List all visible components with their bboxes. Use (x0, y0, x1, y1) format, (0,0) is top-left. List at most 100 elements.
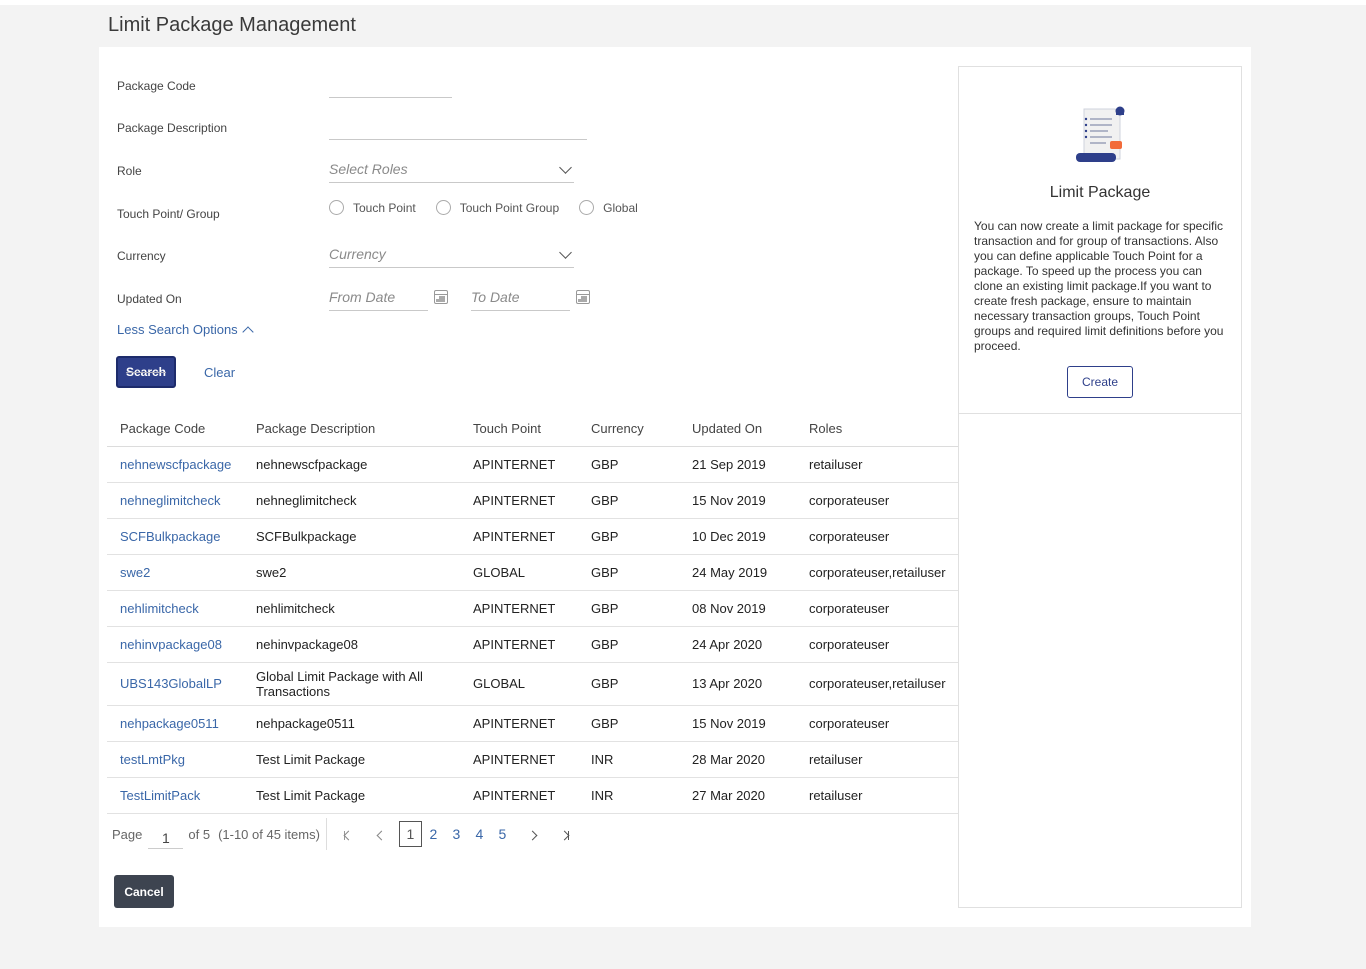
table-header-row: Package Code Package Description Touch P… (107, 411, 958, 447)
currency-placeholder: Currency (329, 246, 386, 262)
role-placeholder: Select Roles (329, 161, 408, 177)
previous-page-icon[interactable] (371, 827, 393, 842)
package-description-cell: swe2 (243, 554, 460, 591)
currency-cell: GBP (578, 662, 679, 706)
currency-cell: GBP (578, 446, 679, 483)
radio-touch-point[interactable]: Touch Point (329, 200, 416, 215)
results-table: Package Code Package Description Touch P… (107, 411, 958, 814)
package-description-cell: nehinvpackage08 (243, 626, 460, 663)
currency-cell: GBP (578, 590, 679, 627)
chevron-up-icon (242, 325, 254, 338)
page-1-button[interactable]: 1 (398, 821, 422, 847)
less-search-options-label: Less Search Options (117, 322, 238, 337)
search-button[interactable]: Search (116, 356, 176, 388)
package-description-input[interactable] (329, 116, 587, 140)
page-3-button[interactable]: 3 (445, 826, 468, 842)
column-header[interactable]: Currency (578, 411, 679, 447)
package-code-link[interactable]: TestLimitPack (107, 777, 243, 814)
page-label: Page (112, 826, 143, 842)
package-code-link[interactable]: nehinvpackage08 (107, 626, 243, 663)
touch-point-cell: APINTERNET (460, 518, 578, 555)
radio-circle-icon[interactable] (435, 200, 451, 215)
role-select[interactable]: Select Roles (329, 157, 574, 183)
updated-on-cell: 15 Nov 2019 (679, 705, 796, 742)
updated-on-cell: 24 Apr 2020 (679, 626, 796, 663)
roles-cell: corporateuser (796, 626, 958, 663)
radio-circle-icon[interactable] (329, 200, 344, 215)
radio-circle-icon[interactable] (579, 200, 595, 215)
package-description-cell: nehneglimitcheck (243, 482, 460, 519)
updated-on-cell: 27 Mar 2020 (679, 777, 796, 814)
package-code-link[interactable]: nehpackage0511 (107, 705, 243, 742)
next-page-icon[interactable] (522, 827, 544, 842)
clear-button[interactable]: Clear (204, 365, 235, 380)
info-card-title: Limit Package (1049, 184, 1151, 201)
updated-on-cell: 15 Nov 2019 (679, 482, 796, 519)
roles-cell: corporateuser,retailuser (796, 662, 958, 706)
package-code-link[interactable]: nehlimitcheck (107, 590, 243, 627)
page-2-button[interactable]: 2 (422, 826, 445, 842)
create-button[interactable]: Create (1067, 366, 1133, 398)
column-header[interactable]: Updated On (679, 411, 796, 447)
table-row: nehinvpackage08 nehinvpackage08 APINTERN… (107, 626, 958, 663)
currency-cell: INR (578, 777, 679, 814)
package-description-label: Package Description (117, 121, 228, 135)
updated-on-cell: 24 May 2019 (679, 554, 796, 591)
last-page-icon[interactable] (554, 827, 576, 842)
role-label: Role (117, 164, 142, 178)
page-5-button[interactable]: 5 (491, 826, 514, 842)
page-count-label: of 5 (188, 826, 211, 842)
package-code-input[interactable] (329, 74, 452, 98)
touch-point-cell: APINTERNET (460, 777, 578, 814)
from-date-input[interactable]: From Date (329, 285, 448, 311)
table-row: nehpackage0511 nehpackage0511 APINTERNET… (107, 705, 958, 742)
updated-on-cell: 28 Mar 2020 (679, 741, 796, 778)
currency-select[interactable]: Currency (329, 242, 574, 268)
chevron-down-icon (559, 246, 572, 259)
package-code-link[interactable]: swe2 (107, 554, 243, 591)
column-header[interactable]: Package Description (243, 411, 460, 447)
pager-divider (325, 818, 327, 850)
touch-point-cell: APINTERNET (460, 741, 578, 778)
column-header[interactable]: Package Code (107, 411, 243, 447)
package-description-cell: SCFBulkpackage (243, 518, 460, 555)
table-row: nehneglimitcheck nehneglimitcheck APINTE… (107, 482, 958, 519)
package-code-link[interactable]: nehnewscfpackage (107, 446, 243, 483)
roles-cell: corporateuser,retailuser (796, 554, 958, 591)
calendar-icon[interactable] (434, 290, 448, 304)
touch-point-cell: APINTERNET (460, 705, 578, 742)
to-date-input[interactable]: To Date (471, 285, 590, 311)
roles-cell: corporateuser (796, 590, 958, 627)
column-header[interactable]: Touch Point (460, 411, 578, 447)
touch-point-radio-group: Touch Point Touch Point Group Global (329, 200, 658, 215)
page-number-input[interactable]: 1 (148, 819, 184, 849)
package-description-cell: Test Limit Package (243, 741, 460, 778)
updated-on-label: Updated On (117, 292, 182, 306)
touch-point-cell: APINTERNET (460, 482, 578, 519)
currency-cell: GBP (578, 482, 679, 519)
package-code-link[interactable]: testLmtPkg (107, 741, 243, 778)
package-code-link[interactable]: UBS143GlobalLP (107, 662, 243, 706)
touch-point-cell: GLOBAL (460, 554, 578, 591)
column-header[interactable]: Roles (796, 411, 958, 447)
radio-global[interactable]: Global (579, 200, 638, 215)
calendar-icon[interactable] (576, 290, 590, 304)
currency-cell: GBP (578, 518, 679, 555)
touch-point-cell: GLOBAL (460, 662, 578, 706)
package-description-cell: Global Limit Package with All Transactio… (243, 662, 460, 706)
top-strip (0, 0, 1366, 5)
radio-touch-point-group[interactable]: Touch Point Group (435, 200, 559, 215)
page-4-button[interactable]: 4 (468, 826, 491, 842)
less-search-options-link[interactable]: Less Search Options (117, 322, 254, 338)
first-page-icon[interactable] (337, 827, 359, 842)
currency-cell: INR (578, 741, 679, 778)
table-row: testLmtPkg Test Limit Package APINTERNET… (107, 741, 958, 778)
touch-point-cell: APINTERNET (460, 446, 578, 483)
package-description-cell: nehpackage0511 (243, 705, 460, 742)
cancel-button[interactable]: Cancel (114, 875, 174, 908)
page-title: Limit Package Management (108, 14, 356, 36)
package-code-label: Package Code (117, 79, 196, 93)
package-code-link[interactable]: SCFBulkpackage (107, 518, 243, 555)
currency-cell: GBP (578, 554, 679, 591)
package-code-link[interactable]: nehneglimitcheck (107, 482, 243, 519)
